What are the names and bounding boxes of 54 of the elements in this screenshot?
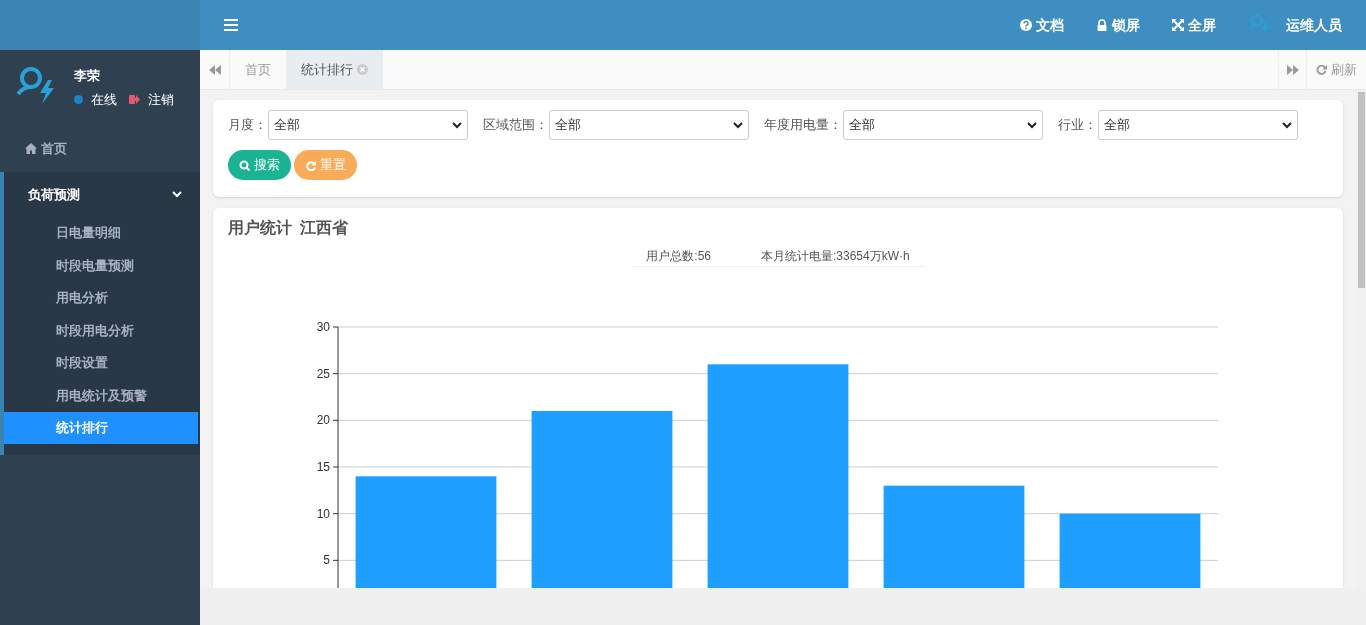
filter-label: 年度用电量： bbox=[764, 116, 842, 135]
toolbar-link[interactable]: 文档 bbox=[1020, 14, 1064, 36]
filter-label: 区域范围： bbox=[483, 116, 548, 135]
expand-icon bbox=[1172, 19, 1184, 31]
filter-select[interactable]: 全部 bbox=[549, 110, 749, 140]
nav-subitem[interactable]: 时段用电分析 bbox=[4, 314, 198, 346]
chevron-icon bbox=[452, 121, 462, 129]
search-icon bbox=[239, 159, 250, 171]
stat-text: 本月统计电量:33654万kW·h bbox=[761, 248, 910, 265]
double-left-icon bbox=[208, 64, 221, 75]
axis-tick-label: 5 bbox=[323, 553, 330, 568]
axis-tick-label: 15 bbox=[316, 460, 330, 474]
refresh-icon bbox=[1316, 64, 1327, 75]
nav-item[interactable]: 首页 bbox=[0, 125, 200, 172]
nav-subitem[interactable]: 用电分析 bbox=[4, 282, 198, 314]
filter-select[interactable]: 全部 bbox=[843, 110, 1043, 140]
chevron-icon bbox=[172, 191, 182, 198]
region-label: 江西省 bbox=[300, 218, 348, 238]
chevron-icon bbox=[1027, 121, 1037, 129]
help-icon bbox=[1020, 19, 1032, 31]
stat-text: 用户总数:56 bbox=[646, 248, 711, 265]
toolbar-link[interactable]: 全屏 bbox=[1172, 14, 1216, 36]
nav-subitem[interactable]: 用电统计及预警 bbox=[4, 379, 198, 411]
panel-title: 用户统计 bbox=[228, 218, 292, 238]
home-icon bbox=[25, 143, 37, 154]
axis-tick-label: 30 bbox=[316, 320, 330, 334]
lock-icon bbox=[1096, 19, 1108, 31]
filter-select[interactable]: 全部 bbox=[1098, 110, 1298, 140]
refresh-button[interactable]: 刷新 bbox=[1306, 50, 1366, 89]
refresh-icon bbox=[305, 159, 316, 171]
chevron-icon bbox=[733, 121, 743, 129]
axis-tick-label: 20 bbox=[316, 413, 330, 428]
toolbar-link[interactable]: 锁屏 bbox=[1096, 14, 1140, 36]
nav-subitem[interactable]: 统计排行 bbox=[4, 412, 198, 444]
filter-select[interactable]: 全部 bbox=[268, 110, 468, 140]
tab[interactable]: 统计排行 bbox=[286, 50, 383, 89]
double-right-icon bbox=[1286, 64, 1299, 75]
chevron-icon bbox=[1282, 121, 1292, 129]
close-icon[interactable] bbox=[357, 64, 368, 75]
tab[interactable]: 首页 bbox=[230, 50, 286, 89]
axis-tick-label: 10 bbox=[316, 506, 330, 521]
axis-tick-label: 25 bbox=[316, 366, 330, 381]
nav-subitem[interactable]: 时段设置 bbox=[4, 347, 198, 379]
user-menu[interactable]: 运维人员 bbox=[1248, 14, 1342, 36]
menu-icon[interactable] bbox=[224, 19, 238, 31]
nav-subitem[interactable]: 时段电量预测 bbox=[4, 249, 198, 281]
user-name: 李荣 bbox=[74, 67, 101, 85]
nav-subitem[interactable]: 日电量明细 bbox=[4, 217, 198, 249]
filter-label: 行业： bbox=[1058, 116, 1097, 135]
user-status: 在线 bbox=[91, 90, 117, 109]
filter-label: 月度： bbox=[228, 116, 267, 135]
nav-group[interactable]: 负荷预测 bbox=[4, 172, 200, 217]
logout-icon[interactable] bbox=[129, 93, 140, 105]
logout-link[interactable]: 注销 bbox=[148, 89, 174, 109]
